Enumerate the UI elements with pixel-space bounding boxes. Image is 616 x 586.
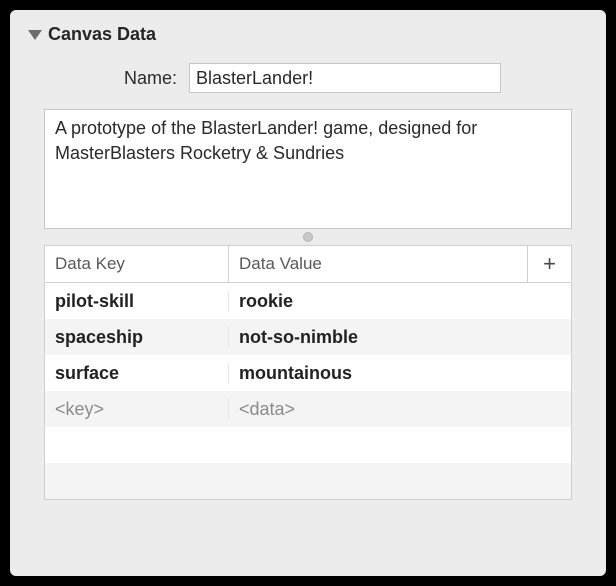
cell-value-placeholder[interactable]: <data> [229, 399, 571, 420]
disclosure-triangle-icon[interactable] [28, 30, 42, 40]
table-row-empty [45, 463, 571, 499]
table-body: pilot-skill rookie spaceship not-so-nimb… [45, 283, 571, 499]
add-row-button[interactable]: + [527, 246, 571, 282]
name-row: Name: [28, 63, 588, 93]
cell-value[interactable]: not-so-nimble [229, 327, 571, 348]
resize-handle-row [28, 229, 588, 245]
cell-key[interactable]: pilot-skill [45, 291, 229, 312]
section-title: Canvas Data [48, 24, 156, 45]
section-header[interactable]: Canvas Data [28, 24, 588, 45]
cell-key-placeholder[interactable]: <key> [45, 399, 229, 420]
column-header-key[interactable]: Data Key [45, 246, 229, 282]
cell-value[interactable]: rookie [229, 291, 571, 312]
data-table: Data Key Data Value + pilot-skill rookie… [44, 245, 572, 500]
name-input[interactable] [189, 63, 501, 93]
canvas-data-panel: Canvas Data Name: A prototype of the Bla… [10, 10, 606, 576]
table-row[interactable]: spaceship not-so-nimble [45, 319, 571, 355]
table-row[interactable]: surface mountainous [45, 355, 571, 391]
cell-key[interactable]: spaceship [45, 327, 229, 348]
column-header-value[interactable]: Data Value [229, 246, 527, 282]
table-row-empty [45, 427, 571, 463]
cell-value[interactable]: mountainous [229, 363, 571, 384]
description-textarea[interactable]: A prototype of the BlasterLander! game, … [44, 109, 572, 229]
table-row[interactable]: pilot-skill rookie [45, 283, 571, 319]
plus-icon: + [543, 251, 556, 277]
table-header: Data Key Data Value + [45, 246, 571, 283]
cell-key[interactable]: surface [45, 363, 229, 384]
table-row-placeholder[interactable]: <key> <data> [45, 391, 571, 427]
name-label: Name: [124, 68, 177, 89]
resize-handle-icon[interactable] [303, 232, 313, 242]
